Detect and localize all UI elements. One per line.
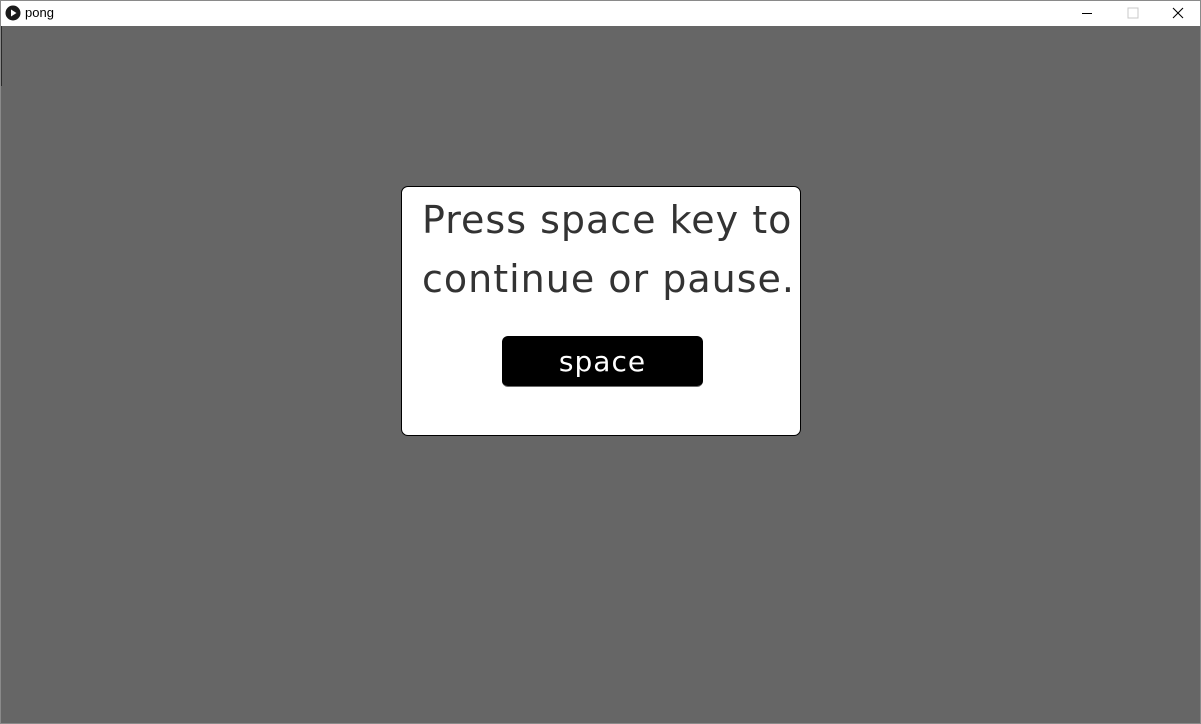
maximize-button[interactable] — [1110, 1, 1156, 26]
app-window: pong Press space key to continue or paus… — [0, 0, 1201, 724]
title-bar[interactable]: pong — [1, 1, 1200, 26]
close-button[interactable] — [1155, 1, 1200, 26]
space-key-button[interactable]: space — [502, 336, 703, 387]
pause-dialog: Press space key to continue or pause. sp… — [401, 186, 801, 436]
game-canvas[interactable]: Press space key to continue or pause. sp… — [1, 26, 1200, 723]
close-icon — [1172, 4, 1184, 23]
canvas-edge-divider — [1, 26, 2, 86]
dialog-message-line-2: continue or pause. — [422, 257, 796, 301]
minimize-icon — [1081, 4, 1093, 23]
minimize-button[interactable] — [1064, 1, 1110, 26]
window-title: pong — [25, 5, 54, 20]
maximize-icon — [1127, 4, 1139, 23]
play-circle-icon — [5, 5, 21, 21]
dialog-message-line-1: Press space key to — [422, 198, 793, 242]
